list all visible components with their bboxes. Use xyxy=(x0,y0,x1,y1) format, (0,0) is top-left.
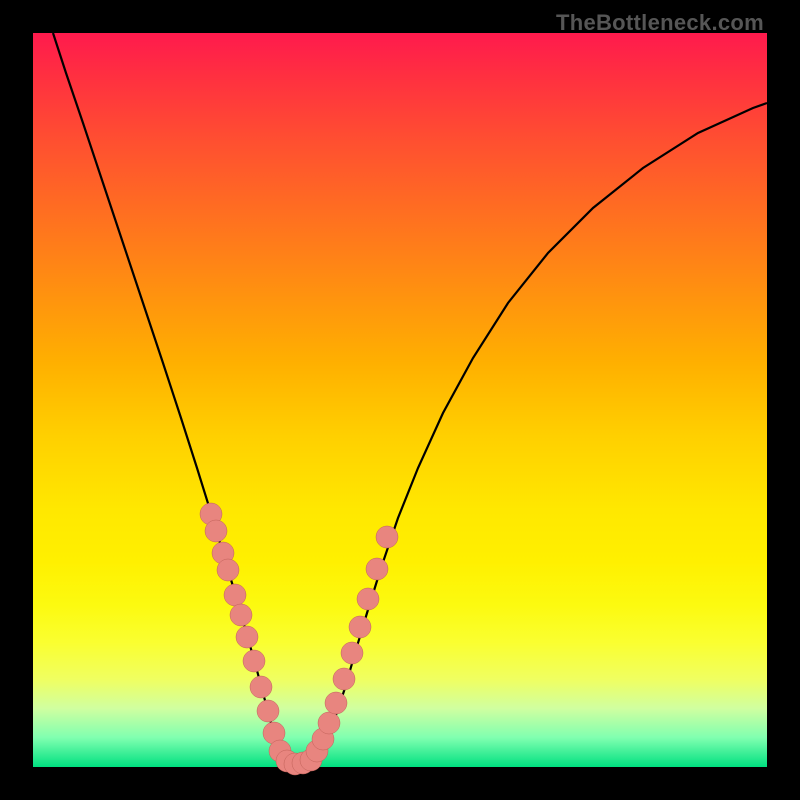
data-marker xyxy=(376,526,398,548)
data-marker xyxy=(217,559,239,581)
data-marker xyxy=(224,584,246,606)
data-marker xyxy=(341,642,363,664)
data-marker xyxy=(318,712,340,734)
marker-group xyxy=(200,503,398,775)
data-marker xyxy=(236,626,258,648)
data-marker xyxy=(333,668,355,690)
data-marker xyxy=(349,616,371,638)
data-marker xyxy=(357,588,379,610)
data-marker xyxy=(205,520,227,542)
data-marker xyxy=(257,700,279,722)
data-marker xyxy=(325,692,347,714)
watermark-text: TheBottleneck.com xyxy=(556,10,764,36)
data-marker xyxy=(230,604,252,626)
data-marker xyxy=(243,650,265,672)
data-marker xyxy=(250,676,272,698)
chart-svg xyxy=(33,33,767,767)
chart-wrapper: TheBottleneck.com xyxy=(0,0,800,800)
bottleneck-curve xyxy=(53,33,767,764)
data-marker xyxy=(366,558,388,580)
